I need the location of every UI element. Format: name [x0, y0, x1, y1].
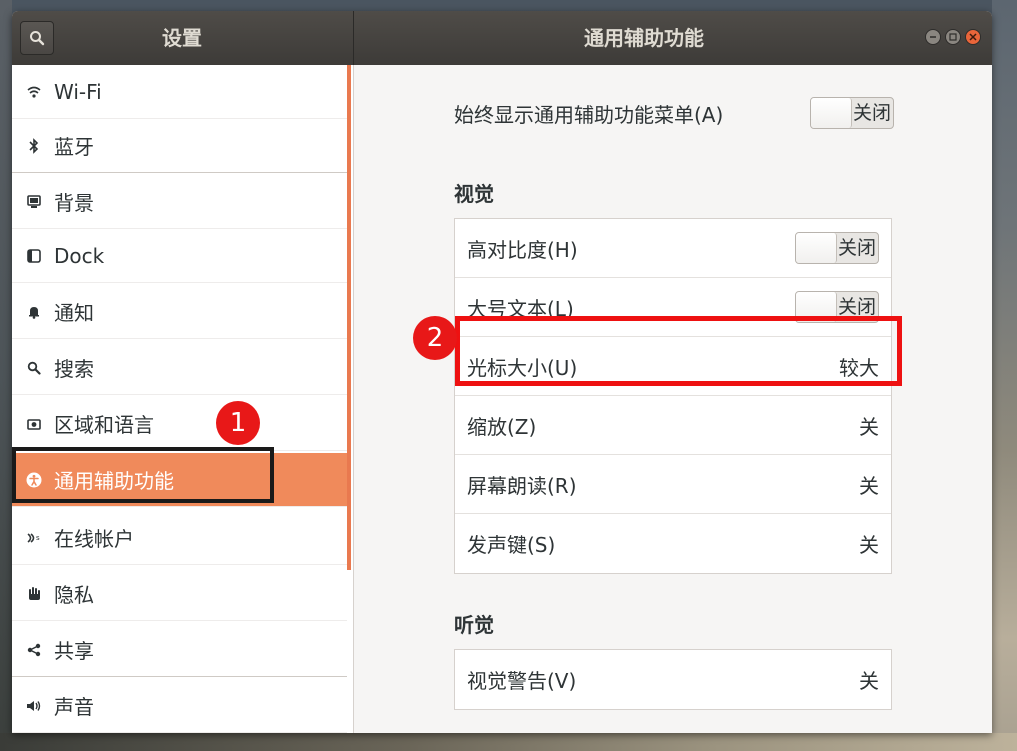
sidebar-item-notifications[interactable]: 通知 [12, 285, 347, 339]
hand-icon [26, 586, 42, 602]
sidebar-item-label: 搜索 [54, 357, 94, 381]
high-contrast-row[interactable]: 高对比度(H) 关闭 [455, 219, 891, 278]
sidebar-item-label: 区域和语言 [54, 413, 154, 437]
always-show-menu-row: 始终显示通用辅助功能菜单(A) 关闭 [454, 93, 894, 133]
sound-keys-value: 关 [859, 533, 879, 557]
title-bar-left: 设置 [12, 11, 353, 65]
sidebar-item-bluetooth[interactable]: 蓝牙 [12, 119, 347, 173]
always-show-menu-label: 始终显示通用辅助功能菜单(A) [454, 102, 724, 127]
sound-keys-row[interactable]: 发声键(S) 关 [455, 514, 891, 573]
background-icon [26, 194, 42, 210]
bell-icon [26, 304, 42, 320]
bluetooth-icon [26, 137, 42, 154]
always-show-menu-switch[interactable]: 关闭 [810, 97, 894, 129]
share-icon [26, 642, 42, 658]
search-icon [26, 360, 42, 376]
sidebar-item-label: 在线帐户 [54, 527, 134, 551]
accessibility-panel: 始终显示通用辅助功能菜单(A) 关闭 视觉 高对比度(H) 关闭 大号文本(L)… [354, 65, 992, 733]
wifi-icon [26, 84, 42, 100]
close-button[interactable] [965, 29, 981, 45]
sidebar-item-privacy[interactable]: 隐私 [12, 567, 347, 621]
title-bar: 设置 通用辅助功能 [12, 11, 992, 65]
switch-knob [796, 233, 837, 263]
zoom-label: 缩放(Z) [467, 414, 537, 439]
zoom-row[interactable]: 缩放(Z) 关 [455, 396, 891, 455]
high-contrast-switch[interactable]: 关闭 [795, 232, 879, 264]
sidebar-item-label: 声音 [54, 695, 94, 719]
annotation-badge-1: 1 [216, 401, 260, 445]
sidebar-item-region-language[interactable]: 区域和语言 [12, 397, 347, 451]
sidebar-item-background[interactable]: 背景 [12, 175, 347, 229]
sidebar-item-online-accounts[interactable]: s 在线帐户 [12, 511, 347, 565]
sidebar-item-wifi[interactable]: Wi-Fi [12, 65, 347, 119]
zoom-value: 关 [859, 414, 879, 439]
visual-alerts-label: 视觉警告(V) [467, 669, 577, 693]
screen-reader-row[interactable]: 屏幕朗读(R) 关 [455, 455, 891, 514]
region-icon [26, 416, 42, 432]
minimize-button[interactable] [925, 29, 941, 45]
panel-title: 通用辅助功能 [584, 26, 704, 50]
annotation-box-accessibility [12, 447, 274, 503]
svg-text:s: s [36, 534, 40, 542]
vision-section-title: 视觉 [454, 182, 494, 206]
sidebar-item-label: 蓝牙 [54, 135, 94, 159]
sidebar-scrollbar[interactable] [347, 65, 351, 570]
online-accounts-icon: s [26, 530, 42, 546]
sidebar: Wi-Fi 蓝牙 背景 Dock 通知 搜索 区域和语言 通用辅助功能 s 在线… [12, 65, 354, 733]
sidebar-title: 设置 [162, 26, 202, 50]
sidebar-item-sound[interactable]: 声音 [12, 679, 347, 733]
sidebar-item-label: 通知 [54, 301, 94, 325]
maximize-button[interactable] [945, 29, 961, 45]
sidebar-item-label: Dock [54, 243, 105, 268]
desktop-wallpaper-right [992, 0, 1017, 751]
desktop-wallpaper-left [0, 0, 12, 751]
sound-keys-label: 发声键(S) [467, 533, 556, 557]
hearing-section-title: 听觉 [454, 613, 494, 637]
speaker-icon [26, 698, 42, 714]
visual-alerts-row[interactable]: 视觉警告(V) 关 [455, 650, 891, 709]
hearing-list: 视觉警告(V) 关 [454, 649, 892, 710]
close-icon [969, 33, 977, 41]
high-contrast-label: 高对比度(H) [467, 237, 578, 262]
search-icon [30, 31, 45, 46]
annotation-box-cursor-size [455, 316, 902, 386]
sidebar-item-label: 共享 [54, 639, 94, 663]
screen-reader-label: 屏幕朗读(R) [467, 473, 577, 498]
sidebar-item-dock[interactable]: Dock [12, 229, 347, 283]
vision-list: 高对比度(H) 关闭 大号文本(L) 关闭 光标大小(U) 较大 缩放(Z) 关 [454, 218, 892, 574]
screen-reader-value: 关 [859, 473, 879, 498]
switch-state-label: 关闭 [837, 237, 876, 259]
switch-knob [811, 98, 852, 128]
minimize-icon [930, 36, 936, 38]
sidebar-item-label: Wi-Fi [54, 79, 102, 104]
window-controls [925, 29, 985, 47]
visual-alerts-value: 关 [859, 669, 879, 693]
desktop-wallpaper-bottom [0, 733, 1017, 751]
dock-icon [26, 248, 42, 264]
annotation-badge-2: 2 [413, 316, 457, 360]
search-button[interactable] [20, 21, 54, 55]
sidebar-item-label: 背景 [54, 191, 94, 215]
switch-state-label: 关闭 [852, 102, 891, 124]
sidebar-item-label: 隐私 [54, 583, 94, 607]
sidebar-item-search[interactable]: 搜索 [12, 341, 347, 395]
maximize-icon [949, 33, 957, 41]
sidebar-item-sharing[interactable]: 共享 [12, 623, 347, 677]
